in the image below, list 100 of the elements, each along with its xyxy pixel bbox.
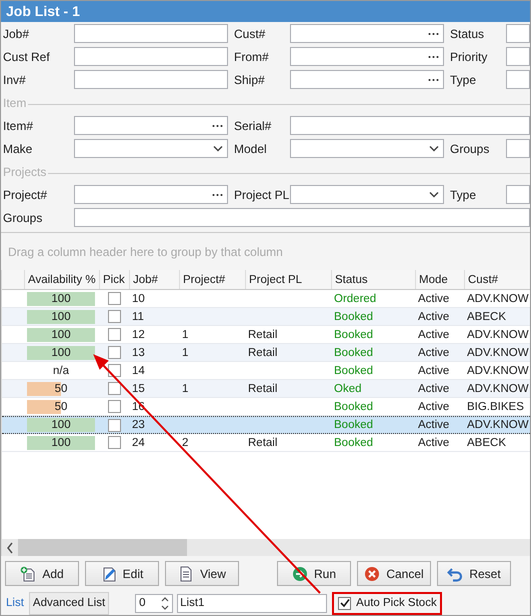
input-field[interactable]: [74, 70, 228, 89]
column-header[interactable]: Cust#: [464, 270, 530, 289]
table-cell: 14: [132, 364, 145, 376]
number-spinner[interactable]: 0: [135, 594, 174, 612]
input-field[interactable]: [290, 116, 530, 135]
column-header[interactable]: Project#: [179, 270, 245, 289]
input-field[interactable]: [506, 70, 530, 89]
table-cell: Booked: [334, 400, 374, 412]
table-cell-text: n/a: [52, 364, 70, 378]
input-field[interactable]: [290, 47, 444, 66]
document-icon: [178, 566, 194, 582]
table-cell: Ordered: [334, 292, 376, 304]
table-cell: ADV.KNOW: [467, 292, 529, 304]
field-label: From#: [233, 50, 270, 64]
input-field[interactable]: [74, 185, 228, 204]
checkbox[interactable]: [108, 382, 121, 395]
chevron-down-icon: [429, 145, 439, 152]
checkbox[interactable]: [108, 292, 121, 305]
tab[interactable]: Advanced List: [28, 592, 110, 614]
column-header[interactable]: Job#: [129, 270, 179, 289]
field-label: Make: [3, 142, 34, 156]
table-cell: Booked: [334, 346, 374, 358]
column-header[interactable]: Availability %: [24, 270, 99, 289]
input-field[interactable]: [506, 24, 530, 43]
table-cell: Active: [418, 292, 450, 304]
field-label: Type: [449, 188, 478, 202]
table-cell-text: 100: [50, 310, 72, 324]
input-field[interactable]: List1: [177, 594, 328, 612]
checkbox-label[interactable]: Auto Pick Stock: [356, 597, 437, 609]
toolbar-button[interactable]: Add: [5, 561, 79, 586]
input-field[interactable]: [506, 185, 530, 204]
pencil-document-icon: [100, 566, 117, 582]
field-label: Cust#: [233, 26, 266, 40]
table-cell-text: 100: [50, 436, 72, 450]
table-cell: 11: [132, 310, 144, 322]
field-label: Ship#: [233, 72, 266, 86]
toolbar-button[interactable]: Reset: [437, 561, 511, 586]
table-cell: ABECK: [467, 436, 506, 448]
chevron-down-icon: [213, 145, 223, 152]
dropdown-field[interactable]: [290, 185, 444, 204]
table-row[interactable]: 100 11 Booked Active ABECK: [2, 308, 530, 326]
add-document-icon: [20, 566, 36, 582]
scrollbar-thumb[interactable]: [18, 539, 187, 556]
checkbox[interactable]: [108, 418, 121, 432]
input-field[interactable]: [506, 139, 530, 158]
input-field[interactable]: [74, 24, 228, 43]
checkbox[interactable]: [108, 400, 121, 413]
column-header[interactable]: Mode: [415, 270, 464, 289]
table-cell: ADV.KNOW: [467, 328, 529, 340]
column-header[interactable]: Pick: [99, 270, 129, 289]
field-label: Groups: [3, 210, 44, 224]
table-cell: Active: [418, 328, 450, 340]
table-row[interactable]: 100 13 1 Retail Booked Active ADV.KNOW: [2, 344, 530, 362]
table-cell: Booked: [334, 364, 374, 376]
input-field[interactable]: [74, 208, 530, 227]
table-cell: Retail: [248, 382, 278, 394]
field-label: Type: [449, 72, 478, 86]
table-cell: Oked: [334, 382, 362, 394]
table-cell: 1: [182, 382, 188, 394]
table-cell: Retail: [248, 436, 278, 448]
input-field[interactable]: [290, 24, 444, 43]
checkbox[interactable]: [108, 310, 121, 323]
checkbox[interactable]: [108, 364, 121, 377]
table-row[interactable]: 50 15 1 Retail Oked Active ADV.KNOW: [2, 380, 530, 398]
ellipsis-icon: [212, 124, 223, 128]
ellipsis-icon: [428, 54, 439, 58]
toolbar-button[interactable]: View: [165, 561, 239, 586]
tab[interactable]: List: [3, 592, 27, 614]
ellipsis-icon: [212, 192, 223, 196]
horizontal-scrollbar[interactable]: [2, 539, 530, 556]
spin-arrows-icon: [161, 596, 170, 610]
table-cell: Booked: [334, 436, 374, 448]
toolbar-button[interactable]: Run: [277, 561, 351, 586]
table-cell: 1: [182, 328, 188, 340]
table-cell: Active: [418, 310, 450, 322]
checkbox[interactable]: [108, 328, 121, 341]
dropdown-field[interactable]: [74, 139, 228, 158]
reset-arrow-icon: [447, 566, 464, 582]
input-field[interactable]: [74, 47, 228, 66]
table-row[interactable]: 100 23 Booked Active ADV.KNOW: [2, 416, 530, 434]
checkbox[interactable]: [108, 436, 121, 449]
field-label: Groups: [449, 142, 490, 156]
checkbox[interactable]: [108, 346, 121, 359]
field-label: Job#: [3, 26, 30, 40]
table-cell: ABECK: [467, 310, 506, 322]
table-cell: ADV.KNOW: [467, 364, 529, 376]
toolbar-button[interactable]: Cancel: [357, 561, 431, 586]
input-field[interactable]: [290, 70, 444, 89]
table-row[interactable]: 100 24 2 Retail Booked Active ABECK: [2, 434, 530, 452]
column-header[interactable]: Status: [331, 270, 415, 289]
window-title: Job List - 1: [6, 3, 80, 19]
toolbar-button[interactable]: Edit: [85, 561, 159, 586]
dropdown-field[interactable]: [290, 139, 444, 158]
column-header[interactable]: Project PL: [245, 270, 331, 289]
input-field[interactable]: [74, 116, 228, 135]
field-label: Cust Ref: [3, 50, 51, 64]
table-cell: 24: [132, 436, 145, 448]
checkbox[interactable]: [338, 596, 352, 610]
input-field[interactable]: [506, 47, 530, 66]
field-label: Serial#: [233, 118, 272, 132]
